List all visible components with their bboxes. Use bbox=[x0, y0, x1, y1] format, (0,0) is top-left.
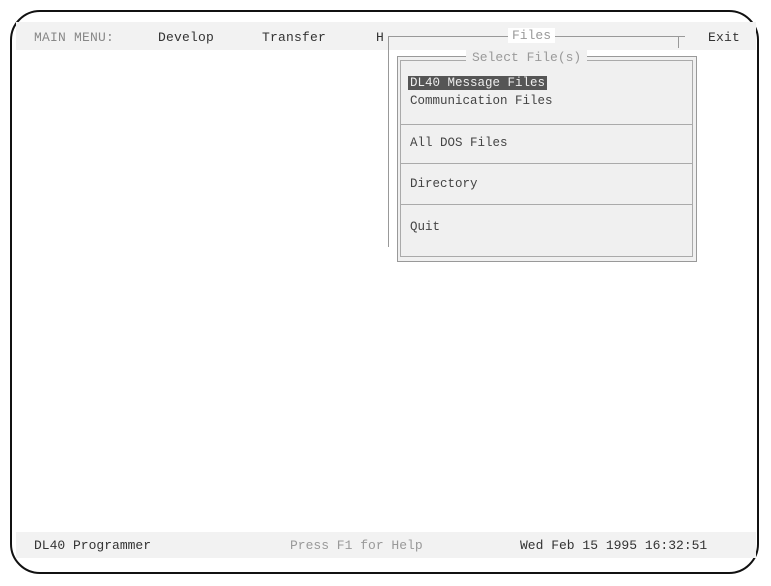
status-datetime: Wed Feb 15 1995 16:32:51 bbox=[520, 538, 708, 553]
menu-transfer[interactable]: Transfer bbox=[262, 30, 326, 45]
option-quit[interactable]: Quit bbox=[410, 220, 440, 234]
menu-partial-item[interactable]: H bbox=[376, 30, 384, 45]
dialog-title: Select File(s) bbox=[466, 50, 588, 65]
main-menu-label: MAIN MENU: bbox=[34, 30, 115, 45]
menu-develop[interactable]: Develop bbox=[158, 30, 214, 45]
dialog-separator bbox=[401, 204, 692, 205]
option-dl40-message-files[interactable]: DL40 Message Files bbox=[408, 76, 548, 90]
option-communication-files[interactable]: Communication Files bbox=[410, 94, 553, 108]
menu-files[interactable]: Files bbox=[508, 28, 556, 43]
dialog-separator bbox=[401, 163, 692, 164]
dialog-separator bbox=[401, 124, 692, 125]
files-frame-edge bbox=[678, 36, 679, 48]
status-app-name: DL40 Programmer bbox=[34, 538, 152, 553]
option-directory[interactable]: Directory bbox=[410, 177, 478, 191]
menu-exit[interactable]: Exit bbox=[708, 30, 740, 45]
status-help-hint: Press F1 for Help bbox=[290, 538, 423, 553]
option-all-dos-files[interactable]: All DOS Files bbox=[410, 136, 508, 150]
